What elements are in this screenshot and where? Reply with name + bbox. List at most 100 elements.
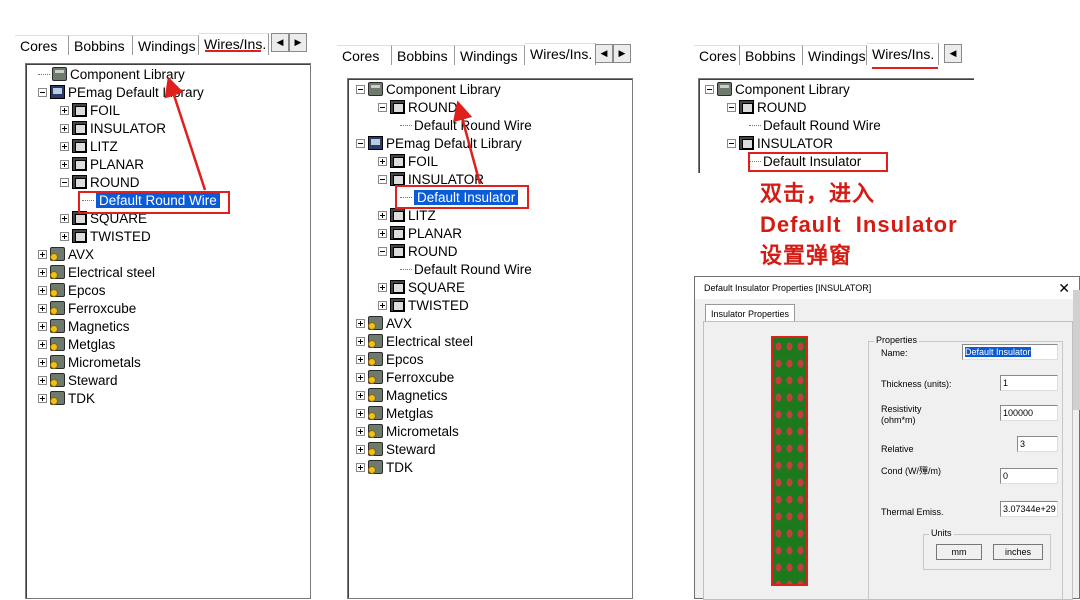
- expand-icon[interactable]: [60, 231, 69, 241]
- tree-node[interactable]: Micrometals: [38, 353, 141, 371]
- close-icon[interactable]: ✕: [1058, 277, 1070, 299]
- tree-node[interactable]: PLANAR: [378, 224, 462, 242]
- tree-view-1[interactable]: Component Library PEmag Default Library FO…: [25, 63, 311, 599]
- collapse-icon[interactable]: [38, 87, 47, 97]
- tree-node[interactable]: Component Library: [705, 80, 850, 98]
- tree-node[interactable]: PLANAR: [60, 155, 144, 173]
- tree-node[interactable]: Metglas: [356, 404, 433, 422]
- name-field[interactable]: Default Insulator: [962, 344, 1058, 360]
- collapse-icon[interactable]: [356, 84, 365, 94]
- tree-node[interactable]: Epcos: [38, 281, 106, 299]
- tree-node[interactable]: PEmag Default Library: [356, 134, 522, 152]
- expand-icon[interactable]: [356, 354, 365, 364]
- tab-scroll-left-button[interactable]: ◀: [944, 44, 962, 63]
- expand-icon[interactable]: [356, 462, 365, 472]
- mm-button[interactable]: mm: [936, 544, 982, 560]
- tree-node[interactable]: Steward: [38, 371, 118, 389]
- tab-bobbins[interactable]: Bobbins: [69, 35, 133, 55]
- tab-scroll-left-button[interactable]: ◀: [595, 44, 613, 63]
- collapse-icon[interactable]: [378, 174, 387, 184]
- resistivity-field[interactable]: 100000: [1000, 405, 1058, 421]
- tree-node[interactable]: Magnetics: [38, 317, 130, 335]
- tree-node[interactable]: SQUARE: [378, 278, 465, 296]
- tree-node[interactable]: TDK: [38, 389, 95, 407]
- tab-cores[interactable]: Cores: [15, 35, 69, 55]
- collapse-icon[interactable]: [356, 138, 365, 148]
- tab-windings[interactable]: Windings: [455, 45, 525, 65]
- collapse-icon[interactable]: [60, 177, 69, 187]
- tree-node[interactable]: INSULATOR: [727, 134, 833, 152]
- tree-node[interactable]: ROUND: [378, 242, 458, 260]
- tree-node[interactable]: Micrometals: [356, 422, 459, 440]
- expand-icon[interactable]: [60, 159, 69, 169]
- expand-icon[interactable]: [60, 213, 69, 223]
- tree-node[interactable]: AVX: [356, 314, 412, 332]
- expand-icon[interactable]: [38, 303, 47, 313]
- expand-icon[interactable]: [378, 300, 387, 310]
- tree-node[interactable]: Component Library: [38, 65, 185, 83]
- expand-icon[interactable]: [378, 156, 387, 166]
- tree-node[interactable]: TDK: [356, 458, 413, 476]
- expand-icon[interactable]: [38, 393, 47, 403]
- cond-field[interactable]: 0: [1000, 468, 1058, 484]
- expand-icon[interactable]: [38, 249, 47, 259]
- tree-node[interactable]: AVX: [38, 245, 94, 263]
- expand-icon[interactable]: [356, 318, 365, 328]
- collapse-icon[interactable]: [378, 246, 387, 256]
- expand-icon[interactable]: [38, 357, 47, 367]
- tree-node[interactable]: LITZ: [60, 137, 118, 155]
- thermal-emiss-field[interactable]: 3.07344e+29: [1000, 501, 1058, 517]
- expand-icon[interactable]: [38, 339, 47, 349]
- expand-icon[interactable]: [60, 141, 69, 151]
- tab-wires-ins[interactable]: Wires/Ins.: [525, 43, 596, 65]
- tab-bobbins[interactable]: Bobbins: [392, 45, 455, 65]
- tree-node[interactable]: ROUND: [727, 98, 807, 116]
- tree-node[interactable]: INSULATOR: [60, 119, 166, 137]
- tree-node[interactable]: Default Round Wire: [400, 260, 532, 278]
- tree-node[interactable]: FOIL: [60, 101, 120, 119]
- tree-node[interactable]: TWISTED: [60, 227, 151, 245]
- thickness-field[interactable]: 1: [1000, 375, 1058, 391]
- tab-cores[interactable]: Cores: [337, 45, 392, 65]
- expand-icon[interactable]: [356, 444, 365, 454]
- expand-icon[interactable]: [38, 285, 47, 295]
- tab-wires-ins[interactable]: Wires/Ins.: [867, 43, 939, 65]
- expand-icon[interactable]: [60, 123, 69, 133]
- tree-node[interactable]: PEmag Default Library: [38, 83, 204, 101]
- expand-icon[interactable]: [356, 372, 365, 382]
- expand-icon[interactable]: [378, 210, 387, 220]
- tree-node[interactable]: ROUND: [60, 173, 140, 191]
- tab-insulator-properties[interactable]: Insulator Properties: [705, 304, 796, 322]
- expand-icon[interactable]: [356, 426, 365, 436]
- tree-node[interactable]: Ferroxcube: [356, 368, 454, 386]
- tree-view-2[interactable]: Component Library ROUND Default Round Wire…: [347, 78, 633, 599]
- tree-node[interactable]: Ferroxcube: [38, 299, 136, 317]
- relative-field[interactable]: 3: [1017, 436, 1058, 452]
- expand-icon[interactable]: [38, 375, 47, 385]
- tab-windings[interactable]: Windings: [133, 35, 199, 55]
- tab-bobbins[interactable]: Bobbins: [740, 45, 803, 65]
- collapse-icon[interactable]: [378, 102, 387, 112]
- expand-icon[interactable]: [38, 267, 47, 277]
- tab-scroll-right-button[interactable]: ▶: [289, 33, 307, 52]
- tree-node[interactable]: Metglas: [38, 335, 115, 353]
- tab-scroll-right-button[interactable]: ▶: [613, 44, 631, 63]
- expand-icon[interactable]: [356, 336, 365, 346]
- tree-node[interactable]: FOIL: [378, 152, 438, 170]
- tree-node[interactable]: Magnetics: [356, 386, 448, 404]
- expand-icon[interactable]: [356, 408, 365, 418]
- collapse-icon[interactable]: [705, 84, 714, 94]
- inches-button[interactable]: inches: [993, 544, 1043, 560]
- expand-icon[interactable]: [378, 282, 387, 292]
- tab-cores[interactable]: Cores: [694, 45, 740, 65]
- tree-node[interactable]: Default Round Wire: [400, 116, 532, 134]
- collapse-icon[interactable]: [727, 102, 736, 112]
- expand-icon[interactable]: [378, 228, 387, 238]
- expand-icon[interactable]: [356, 390, 365, 400]
- tree-node[interactable]: Electrical steel: [38, 263, 155, 281]
- collapse-icon[interactable]: [727, 138, 736, 148]
- tree-node[interactable]: Steward: [356, 440, 436, 458]
- tree-node[interactable]: Component Library: [356, 80, 501, 98]
- expand-icon[interactable]: [60, 105, 69, 115]
- tree-node[interactable]: Default Round Wire: [749, 116, 881, 134]
